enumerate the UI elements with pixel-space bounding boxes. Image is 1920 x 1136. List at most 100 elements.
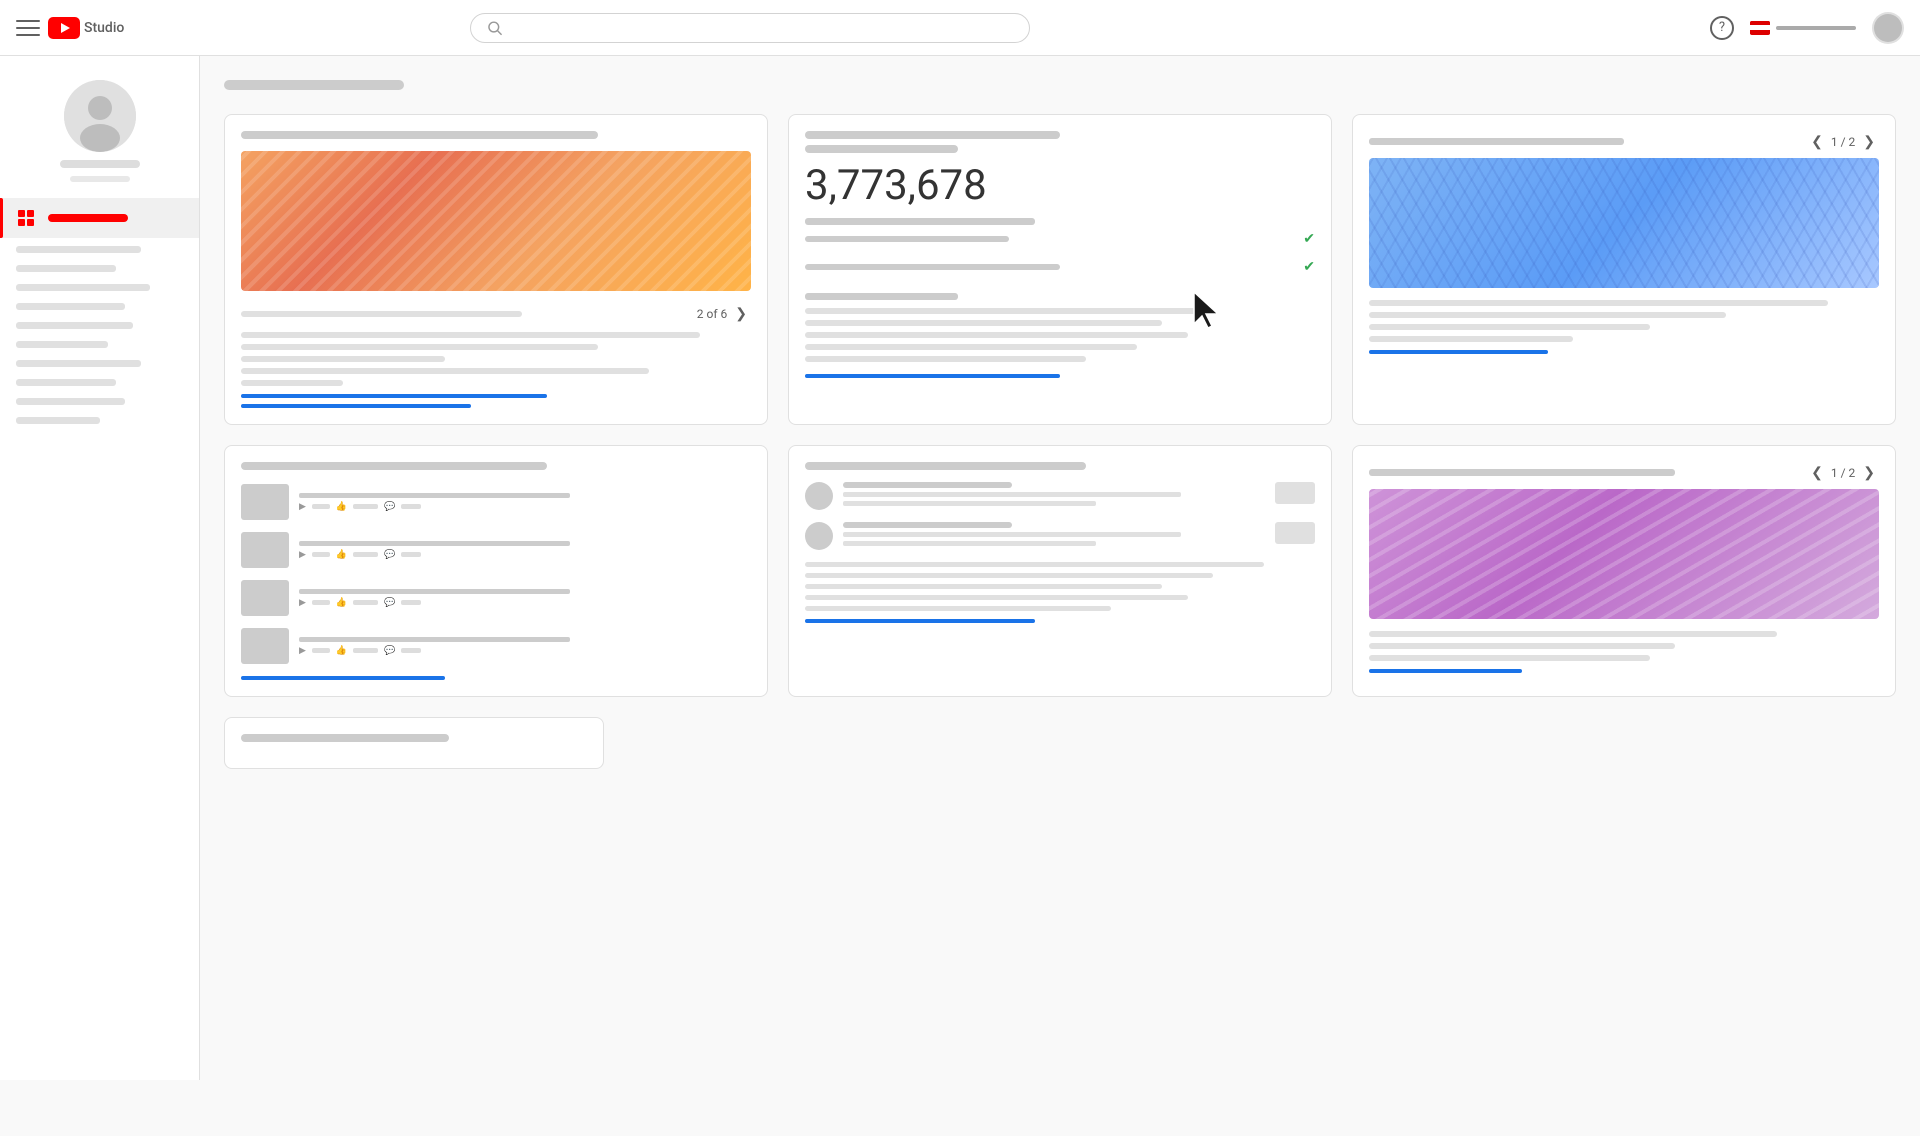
sidebar-link-4[interactable] — [16, 303, 125, 310]
item1-text — [805, 236, 1009, 242]
check-icon-1: ✔ — [1303, 231, 1315, 247]
dashboard-grid: 2 of 6 ❯ 3,773,678 — [224, 114, 1896, 697]
card6-nav-row: ❮ 1 / 2 ❯ — [1369, 462, 1879, 483]
sidebar-link-3[interactable] — [16, 284, 150, 291]
card6-progress — [1369, 669, 1522, 673]
card3-tag — [1369, 138, 1624, 145]
search-bar[interactable] — [470, 13, 1030, 43]
card3-progress — [1369, 350, 1548, 354]
sidebar-link-8[interactable] — [16, 379, 116, 386]
stat-likes-3 — [353, 600, 378, 605]
comments-icon-4: 💬 — [384, 646, 395, 656]
list-info-1: ▶ 👍 💬 — [299, 493, 751, 512]
card6-tag — [1369, 469, 1675, 476]
card6-next-button[interactable]: ❯ — [1859, 462, 1879, 483]
card5-row-4 — [805, 595, 1188, 600]
stat-comments-4 — [401, 648, 421, 653]
card5-row-5 — [805, 606, 1111, 611]
card2-progress — [805, 374, 1060, 378]
help-button[interactable]: ? — [1710, 16, 1734, 40]
sidebar-link-6[interactable] — [16, 341, 108, 348]
card2-label1 — [805, 218, 1035, 225]
sidebar-item-dashboard[interactable] — [0, 198, 199, 238]
card3-content — [1369, 300, 1879, 342]
content-bar-1 — [1369, 300, 1828, 306]
stat-views-4 — [312, 648, 330, 653]
comment-2 — [805, 522, 1315, 550]
page-title — [224, 80, 404, 90]
main-content: 2 of 6 ❯ 3,773,678 — [200, 56, 1920, 1080]
comments-icon-2: 💬 — [384, 550, 395, 560]
sidebar-link-2[interactable] — [16, 265, 116, 272]
list-item-2[interactable]: ▶ 👍 💬 — [241, 532, 751, 568]
search-icon — [487, 20, 503, 36]
card1-next-button[interactable]: ❯ — [731, 303, 751, 324]
avatar-image — [1874, 14, 1902, 42]
comment-action-2[interactable] — [1275, 522, 1315, 544]
account-avatar[interactable] — [1872, 12, 1904, 44]
stat-likes-4 — [353, 648, 378, 653]
list-item-3[interactable]: ▶ 👍 💬 — [241, 580, 751, 616]
check-icon-2: ✔ — [1303, 259, 1315, 275]
youtube-logo[interactable]: Studio — [48, 17, 124, 39]
search-input[interactable] — [503, 20, 1013, 36]
comment-1 — [805, 482, 1315, 510]
sidebar — [0, 56, 200, 1080]
list-item-4[interactable]: ▶ 👍 💬 — [241, 628, 751, 664]
channel-avatar — [64, 80, 136, 152]
stat-likes-2 — [353, 552, 378, 557]
comment-action-1[interactable] — [1275, 482, 1315, 504]
card6-bar-3 — [1369, 655, 1650, 661]
card5-row-3 — [805, 584, 1162, 589]
card4-title — [241, 462, 547, 470]
likes-icon-4: 👍 — [336, 646, 347, 656]
desc-bar-3 — [241, 356, 445, 362]
card1-desc — [241, 332, 751, 386]
item2-text — [805, 264, 1060, 270]
card3-nav-row: ❮ 1 / 2 ❯ — [1369, 131, 1879, 152]
stat-views-2 — [312, 552, 330, 557]
desc-bar-4 — [241, 368, 649, 374]
desc-bar-2 — [241, 344, 598, 350]
sub-row-4 — [805, 344, 1137, 350]
commenter-avatar-1 — [805, 482, 833, 510]
header: Studio ? — [0, 0, 1920, 56]
list-title-2 — [299, 541, 570, 546]
card3-prev-button[interactable]: ❮ — [1807, 131, 1827, 152]
card5-extra-rows — [805, 562, 1315, 611]
list-stats-1: ▶ 👍 💬 — [299, 502, 751, 512]
card1-desc-top — [241, 311, 522, 317]
sub-row-3 — [805, 332, 1188, 338]
likes-icon-1: 👍 — [336, 502, 347, 512]
card6-prev-button[interactable]: ❮ — [1807, 462, 1827, 483]
views-icon-3: ▶ — [299, 598, 306, 608]
sidebar-link-7[interactable] — [16, 360, 141, 367]
card2-item-2: ✔ — [805, 259, 1315, 275]
menu-button[interactable] — [16, 16, 40, 40]
sidebar-link-10[interactable] — [16, 417, 100, 424]
sidebar-link-9[interactable] — [16, 398, 125, 405]
card6-pagination: 1 / 2 — [1831, 466, 1855, 480]
sidebar-link-5[interactable] — [16, 322, 133, 329]
list-title-4 — [299, 637, 570, 642]
list-info-2: ▶ 👍 💬 — [299, 541, 751, 560]
card4-progress — [241, 676, 445, 680]
language-label — [1776, 26, 1856, 30]
stat-views-1 — [312, 504, 330, 509]
views-icon-1: ▶ — [299, 502, 306, 512]
card1-title — [241, 131, 598, 139]
card-community — [788, 445, 1332, 697]
sidebar-nav — [0, 198, 199, 238]
card3-next-button[interactable]: ❯ — [1859, 131, 1879, 152]
card1-progress — [241, 394, 751, 408]
stat-comments-2 — [401, 552, 421, 557]
list-item-1[interactable]: ▶ 👍 💬 — [241, 484, 751, 520]
sidebar-link-1[interactable] — [16, 246, 141, 253]
list-info-3: ▶ 👍 💬 — [299, 589, 751, 608]
channel-name — [60, 160, 140, 168]
card6-thumbnail — [1369, 489, 1879, 619]
language-button[interactable] — [1750, 21, 1856, 35]
desc-bar-5 — [241, 380, 343, 386]
list-stats-3: ▶ 👍 💬 — [299, 598, 751, 608]
list-stats-4: ▶ 👍 💬 — [299, 646, 751, 656]
